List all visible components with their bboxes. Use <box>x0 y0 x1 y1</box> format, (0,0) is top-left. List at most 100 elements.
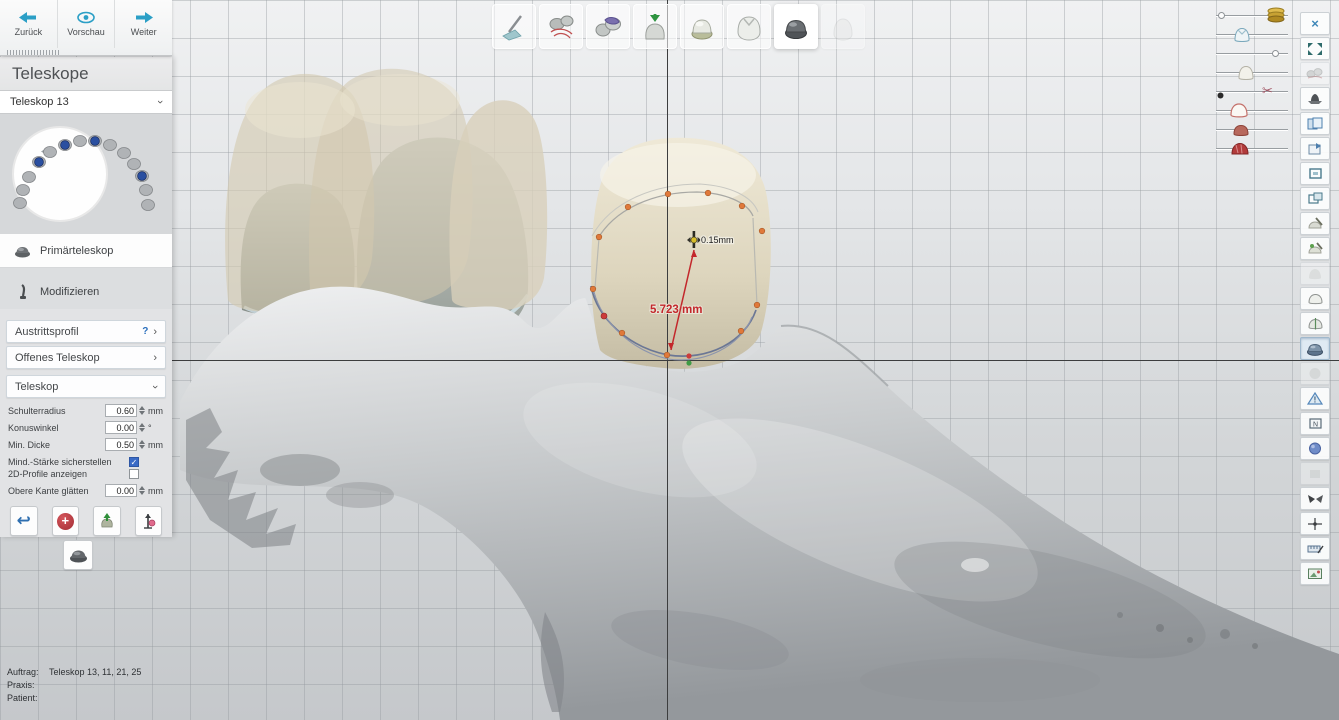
slider-plain[interactable] <box>1214 44 1290 63</box>
workflow-step-scan-probe-icon[interactable] <box>492 4 536 49</box>
rotate-view-icon[interactable]: × <box>1300 12 1330 35</box>
order-label: Auftrag: <box>7 667 39 677</box>
check-2d-profile: 2D-Profile anzeigen <box>8 468 166 480</box>
measure-button[interactable] <box>134 506 162 536</box>
measure-ruler-icon[interactable] <box>1300 537 1330 560</box>
spinner-control[interactable] <box>139 423 145 432</box>
slider-layer-stack[interactable] <box>1214 6 1290 25</box>
ghost-box-icon[interactable] <box>1300 462 1330 485</box>
telescope-view-icon[interactable] <box>1300 337 1330 360</box>
mind-staerke-checkbox[interactable]: ✓ <box>129 457 139 467</box>
arch-overview[interactable] <box>0 114 172 234</box>
param-label: Obere Kante glätten <box>8 485 89 496</box>
collision-warning-icon[interactable]: ! <box>1300 387 1330 410</box>
workflow-step-insertion-direction-icon[interactable] <box>633 4 677 49</box>
undo-button[interactable]: ↩ <box>10 506 38 536</box>
snapshot-icon[interactable] <box>1300 562 1330 585</box>
section-label: Teleskop <box>15 380 59 393</box>
slider-cut[interactable]: ✂ <box>1214 82 1290 101</box>
view-toolbar: × ! N <box>1300 12 1330 585</box>
slider-prep-tooth[interactable] <box>1214 120 1290 139</box>
measure-icon <box>144 514 156 529</box>
preview-button[interactable]: Vorschau <box>58 0 116 48</box>
tooth-section-icon[interactable] <box>1300 312 1330 335</box>
back-arrow-icon <box>19 12 37 23</box>
konuswinkel-input[interactable]: 0.00 <box>105 421 137 434</box>
workflow-step-anatomic-crown-icon[interactable] <box>727 4 771 49</box>
primary-telescope-icon <box>15 246 30 257</box>
schulterradius-input[interactable]: 0.60 <box>105 404 137 417</box>
min-dicke-input[interactable]: 0.50 <box>105 438 137 451</box>
checkbox-label: Mind.-Stärke sicherstellen <box>8 457 112 467</box>
section-label: Austrittsprofil <box>15 325 79 338</box>
primary-crown-icon <box>69 550 87 562</box>
slider-tooth-outline[interactable] <box>1214 101 1290 120</box>
insertion-axis-button[interactable] <box>93 506 121 536</box>
undo-icon: ↩ <box>16 511 31 530</box>
patient-label: Patient: <box>7 693 38 703</box>
split-view-icon[interactable] <box>1300 112 1330 135</box>
ghost-tooth-icon[interactable] <box>1300 262 1330 285</box>
viewport-3d[interactable] <box>0 0 1339 720</box>
param-label: Min. Dicke <box>8 439 51 450</box>
param-min-dicke: Min. Dicke 0.50 mm <box>8 436 166 453</box>
workflow-step-final-tooth-icon[interactable] <box>821 4 865 49</box>
profile-2d-checkbox[interactable] <box>129 469 139 479</box>
section-teleskop[interactable]: Teleskop › <box>6 375 166 398</box>
axis-cross-icon[interactable] <box>1300 512 1330 535</box>
ghost-sphere-icon[interactable] <box>1300 362 1330 385</box>
tooth-selector-value: Teleskop 13 <box>10 96 69 108</box>
param-label: Schulterradius <box>8 405 66 416</box>
back-button[interactable]: Zurück <box>0 0 58 48</box>
sidebar-item-modifizieren[interactable]: Modifizieren <box>0 268 172 309</box>
param-unit: mm <box>148 439 163 450</box>
obere-kante-input[interactable]: 0.00 <box>105 484 137 497</box>
show-scan-icon[interactable] <box>1300 62 1330 85</box>
paint-sphere-icon[interactable] <box>1300 437 1330 460</box>
spinner-control[interactable] <box>139 486 145 495</box>
parameter-panel: Schulterradius 0.60 mm Konuswinkel 0.00 … <box>0 398 172 499</box>
param-konuswinkel: Konuswinkel 0.00 ° <box>8 419 166 436</box>
svg-text:N: N <box>1312 422 1317 429</box>
add-material-button[interactable]: + <box>51 506 79 536</box>
slider-primary-crown[interactable] <box>1214 25 1290 44</box>
workflow-step-telescope-icon[interactable] <box>774 4 818 49</box>
wax-add-icon[interactable] <box>1300 212 1330 235</box>
workflow-step-segmentation-icon[interactable] <box>539 4 583 49</box>
param-label: Konuswinkel <box>8 422 59 433</box>
tool-button-row-2 <box>18 536 138 570</box>
checkbox-label: 2D-Profile anzeigen <box>8 469 88 479</box>
workflow-step-cap-base-icon[interactable] <box>680 4 724 49</box>
clip-frame-icon[interactable] <box>1300 162 1330 185</box>
eye-icon <box>77 11 95 24</box>
slider-gingiva[interactable] <box>1214 139 1290 158</box>
arch-preview-icon <box>12 126 155 222</box>
tooth-outline-icon[interactable] <box>1300 287 1330 310</box>
sidebar-item-primaerteleskop[interactable]: Primärteleskop <box>0 234 172 268</box>
section-offenes-teleskop[interactable]: Offenes Teleskop › <box>6 346 166 369</box>
tooth-selector-dropdown[interactable]: Teleskop 13 › <box>0 90 172 114</box>
scissors-icon: ✂ <box>1262 83 1273 98</box>
param-unit: mm <box>148 405 163 416</box>
grid-box-icon[interactable]: N <box>1300 412 1330 435</box>
spinner-control[interactable] <box>139 406 145 415</box>
model-base-icon[interactable] <box>1300 87 1330 110</box>
zoom-fit-icon[interactable] <box>1300 37 1330 60</box>
check-mind-staerke: Mind.-Stärke sicherstellen ✓ <box>8 456 166 468</box>
mirror-wings-icon[interactable] <box>1300 487 1330 510</box>
primary-crown-button[interactable] <box>63 540 93 570</box>
gingiva-dome-icon <box>1230 141 1250 162</box>
wax-smooth-icon[interactable] <box>1300 237 1330 260</box>
help-icon[interactable]: ? <box>142 326 148 337</box>
workflow-step-blockout-icon[interactable] <box>586 4 630 49</box>
slider-tooth[interactable] <box>1214 63 1290 82</box>
clip-frame-2-icon[interactable] <box>1300 187 1330 210</box>
section-austrittsprofil[interactable]: Austrittsprofil ? › <box>6 320 166 343</box>
order-value: Teleskop 13, 11, 21, 25 <box>49 667 142 677</box>
modify-icon <box>20 284 26 299</box>
export-view-icon[interactable] <box>1300 137 1330 160</box>
spinner-control[interactable] <box>139 440 145 449</box>
param-unit: mm <box>148 485 163 496</box>
next-button[interactable]: Weiter <box>115 0 172 48</box>
panel-grip-handle[interactable] <box>7 50 59 55</box>
